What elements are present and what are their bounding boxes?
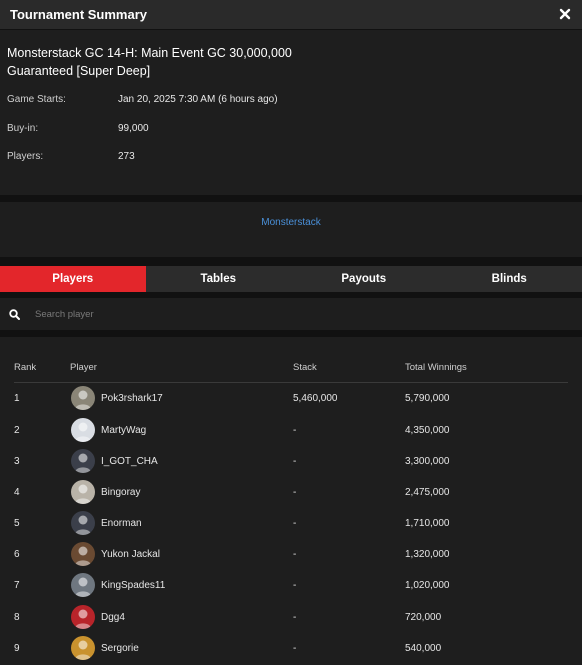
rank-cell: 5 [14, 518, 20, 529]
table-row[interactable]: 3 I_GOT_CHA - 3,300,000 [14, 446, 568, 477]
table-header: Rank Player Stack Total Winnings [14, 362, 568, 383]
winnings-cell: 1,020,000 [405, 580, 450, 591]
game-starts-value: Jan 20, 2025 7:30 AM (6 hours ago) [118, 94, 278, 105]
tournament-summary-panel: Monsterstack GC 14-H: Main Event GC 30,0… [0, 30, 582, 195]
player-avatar [71, 573, 95, 597]
window-title: Tournament Summary [10, 7, 148, 22]
buyin-value: 99,000 [118, 123, 149, 134]
buyin-label: Buy-in: [7, 123, 39, 134]
rank-cell: 1 [14, 393, 20, 404]
player-avatar [71, 511, 95, 535]
table-row[interactable]: 1 Pok3rshark17 5,460,000 5,790,000 [14, 383, 568, 414]
player-name: Sergorie [101, 643, 139, 654]
stack-cell: 5,460,000 [293, 393, 338, 404]
header-total-winnings: Total Winnings [405, 362, 467, 373]
player-name: KingSpades11 [101, 580, 166, 591]
table-row[interactable]: 5 Enorman - 1,710,000 [14, 508, 568, 539]
game-starts-label: Game Starts: [7, 94, 66, 105]
stack-cell: - [293, 643, 297, 654]
winnings-cell: 4,350,000 [405, 425, 450, 436]
player-name: Dgg4 [101, 612, 125, 623]
player-name: Yukon Jackal [101, 549, 160, 560]
rank-cell: 8 [14, 612, 20, 623]
player-name: MartyWag [101, 425, 147, 436]
header-player: Player [70, 362, 97, 373]
rank-cell: 6 [14, 549, 20, 560]
winnings-cell: 540,000 [405, 643, 442, 654]
player-avatar [71, 605, 95, 629]
players-count: 273 [118, 151, 135, 162]
winnings-cell: 3,300,000 [405, 456, 450, 467]
player-name: Pok3rshark17 [101, 393, 163, 404]
stack-cell: - [293, 612, 297, 623]
player-name: Enorman [101, 518, 142, 529]
title-bar: Tournament Summary [0, 0, 582, 30]
search-bar [0, 298, 582, 330]
table-row[interactable]: 6 Yukon Jackal - 1,320,000 [14, 539, 568, 570]
player-avatar [71, 636, 95, 660]
rank-cell: 2 [14, 425, 20, 436]
player-avatar [71, 449, 95, 473]
winnings-cell: 1,320,000 [405, 549, 450, 560]
tab-payouts[interactable]: Payouts [291, 266, 437, 292]
stack-cell: - [293, 425, 297, 436]
table-row[interactable]: 2 MartyWag - 4,350,000 [14, 415, 568, 446]
players-label: Players: [7, 151, 44, 162]
winnings-cell: 720,000 [405, 612, 442, 623]
stack-cell: - [293, 580, 297, 591]
player-name: Bingoray [101, 487, 141, 498]
stack-cell: - [293, 518, 297, 529]
player-avatar [71, 480, 95, 504]
event-name: Monsterstack GC 14-H: Main Event GC 30,0… [7, 46, 292, 78]
rank-cell: 3 [14, 456, 20, 467]
table-row[interactable]: 7 KingSpades11 - 1,020,000 [14, 570, 568, 601]
header-rank: Rank [14, 362, 37, 373]
monsterstack-link[interactable]: Monsterstack [0, 217, 582, 228]
tab-players[interactable]: Players [0, 266, 146, 292]
tab-bar: Players Tables Payouts Blinds [0, 266, 582, 292]
search-player-input[interactable] [28, 304, 568, 324]
rank-cell: 7 [14, 580, 20, 591]
header-stack: Stack [293, 362, 317, 373]
player-name: I_GOT_CHA [101, 456, 158, 467]
winnings-cell: 2,475,000 [405, 487, 450, 498]
stack-cell: - [293, 549, 297, 560]
winnings-cell: 5,790,000 [405, 393, 450, 404]
tab-tables[interactable]: Tables [146, 266, 292, 292]
table-row[interactable]: 9 Sergorie - 540,000 [14, 633, 568, 664]
table-row[interactable]: 4 Bingoray - 2,475,000 [14, 477, 568, 508]
player-avatar [71, 542, 95, 566]
table-row[interactable]: 8 Dgg4 - 720,000 [14, 602, 568, 633]
close-icon[interactable] [558, 7, 572, 21]
tab-blinds[interactable]: Blinds [437, 266, 582, 292]
players-table: Rank Player Stack Total Winnings 1 Pok3r… [0, 337, 582, 665]
winnings-cell: 1,710,000 [405, 518, 450, 529]
player-avatar [71, 386, 95, 410]
rank-cell: 4 [14, 487, 20, 498]
stack-cell: - [293, 456, 297, 467]
stack-cell: - [293, 487, 297, 498]
banner-panel: Monsterstack [0, 202, 582, 257]
search-icon [9, 309, 20, 320]
rank-cell: 9 [14, 643, 20, 654]
player-avatar [71, 418, 95, 442]
